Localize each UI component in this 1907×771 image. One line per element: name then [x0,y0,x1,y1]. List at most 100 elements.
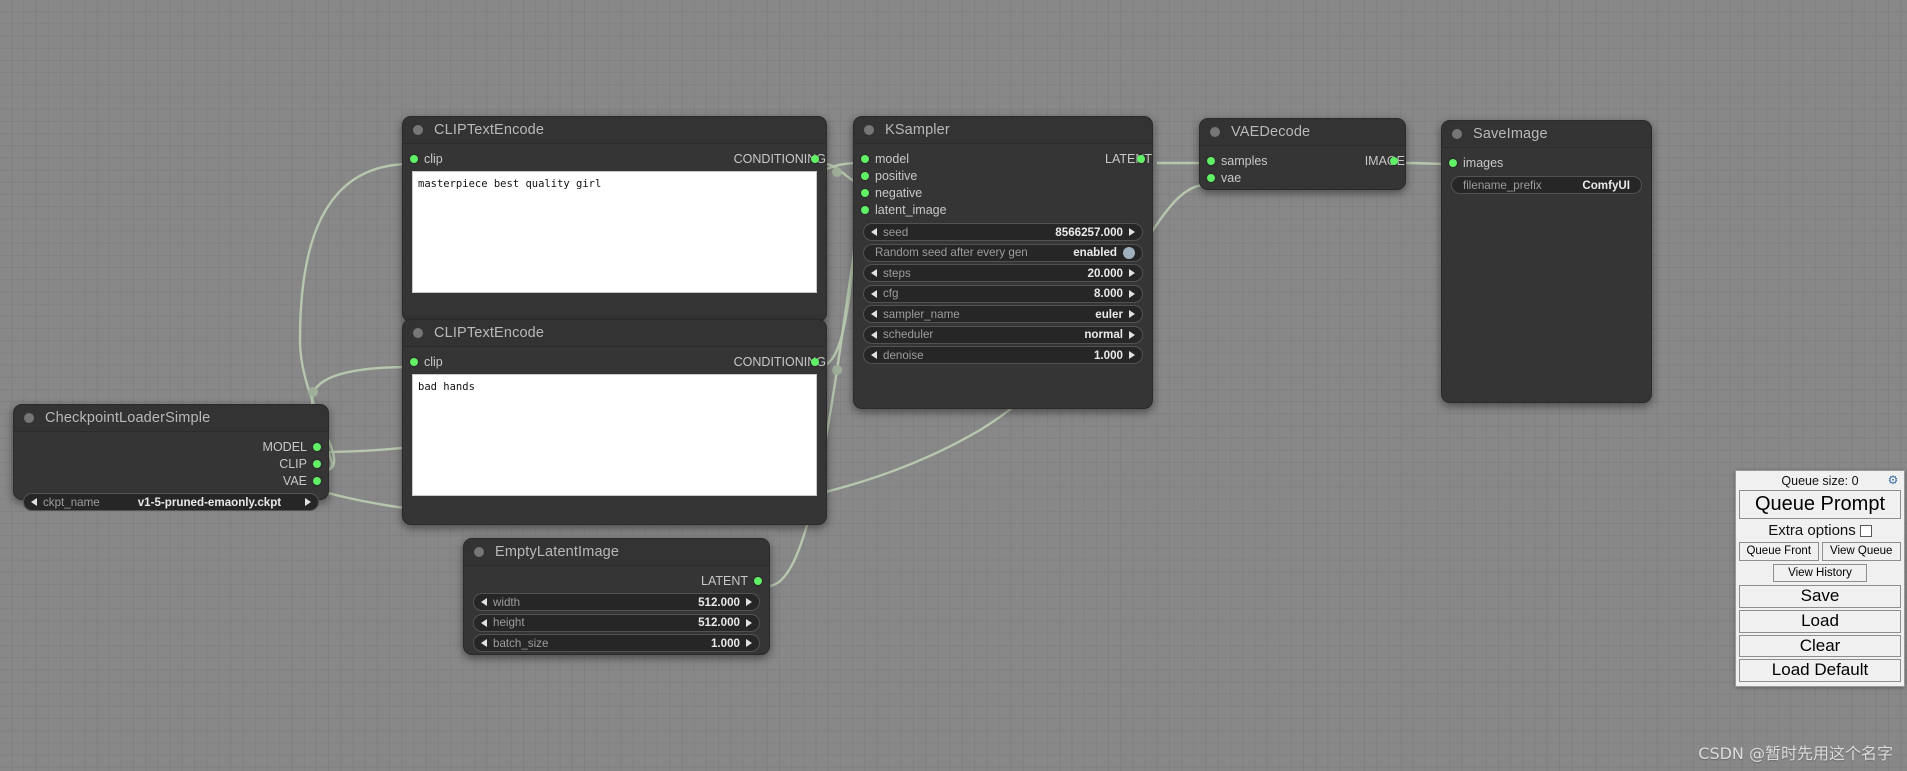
port-icon[interactable] [1449,158,1457,167]
widget-cfg[interactable]: cfg 8.000 [863,284,1143,303]
slot-model-output[interactable]: MODEL [14,438,328,455]
widget-value[interactable]: ComfyUI [1582,179,1630,192]
load-default-button[interactable]: Load Default [1739,659,1901,683]
node-emptylatentimage[interactable]: EmptyLatentImage LATENT width 512.000 he… [463,538,770,655]
collapse-dot-icon[interactable] [413,328,423,338]
collapse-dot-icon[interactable] [413,125,423,135]
port-icon[interactable] [1207,156,1215,165]
widget-denoise[interactable]: denoise 1.000 [863,346,1143,364]
widget-height[interactable]: height 512.000 [473,613,760,632]
widget-width[interactable]: width 512.000 [473,593,760,611]
clear-button[interactable]: Clear [1739,634,1901,658]
node-cliptextencode-negative[interactable]: CLIPTextEncode clip CONDITIONING bad han… [402,319,827,525]
slot-vae-input[interactable]: vae [1200,169,1405,186]
widget-ckpt-name[interactable]: ckpt_name v1-5-pruned-emaonly.ckpt [23,493,319,511]
widget-value[interactable]: normal [1084,328,1123,341]
decrement-arrow-icon[interactable] [871,289,877,298]
widget-value[interactable]: v1-5-pruned-emaonly.ckpt [138,496,281,509]
port-icon[interactable] [410,154,418,163]
toggle-knob-icon[interactable] [1123,246,1135,259]
extra-options-row[interactable]: Extra options [1739,521,1901,542]
port-icon[interactable] [313,476,321,485]
node-title-bar[interactable]: VAEDecode [1200,119,1405,146]
prompt-textarea-positive[interactable]: masterpiece best quality girl [412,171,817,293]
node-title-bar[interactable]: CheckpointLoaderSimple [14,405,328,432]
port-icon[interactable] [811,357,819,366]
slot-clip-input[interactable]: clip CONDITIONING [403,353,826,370]
slot-latent-image-input[interactable]: latent_image [854,201,1152,218]
port-icon[interactable] [861,188,869,197]
save-button[interactable]: Save [1739,585,1901,608]
increment-arrow-icon[interactable] [746,639,752,647]
decrement-arrow-icon[interactable] [481,598,487,606]
widget-batch-size[interactable]: batch_size 1.000 [473,634,760,652]
increment-arrow-icon[interactable] [1129,269,1135,277]
widget-value[interactable]: enabled [1073,246,1117,259]
decrement-arrow-icon[interactable] [871,310,877,318]
queue-prompt-button[interactable]: Queue Prompt [1739,490,1901,519]
port-icon[interactable] [410,357,418,366]
widget-steps[interactable]: steps 20.000 [863,264,1143,282]
queue-front-button[interactable]: Queue Front [1739,542,1819,561]
increment-arrow-icon[interactable] [305,498,311,506]
widget-value[interactable]: 8566257.000 [1055,226,1123,239]
node-checkpointloadersimple[interactable]: CheckpointLoaderSimple MODEL CLIP VAE ck… [13,404,329,511]
widget-sampler-name[interactable]: sampler_name euler [863,305,1143,323]
port-icon[interactable] [861,154,869,163]
node-title-bar[interactable]: CLIPTextEncode [403,117,826,144]
widget-value[interactable]: 1.000 [1094,349,1123,362]
increment-arrow-icon[interactable] [1129,310,1135,318]
collapse-dot-icon[interactable] [24,413,34,423]
port-icon[interactable] [811,154,819,163]
widget-value[interactable]: 512.000 [698,596,740,609]
graph-canvas[interactable]: CLIPTextEncode clip CONDITIONING masterp… [0,0,1907,771]
slot-negative-input[interactable]: negative [854,184,1152,201]
decrement-arrow-icon[interactable] [871,228,877,236]
increment-arrow-icon[interactable] [746,618,752,627]
increment-arrow-icon[interactable] [746,598,752,606]
port-icon[interactable] [861,205,869,214]
load-button[interactable]: Load [1739,609,1901,633]
port-icon[interactable] [1390,156,1398,165]
decrement-arrow-icon[interactable] [31,498,37,506]
widget-value[interactable]: 1.000 [711,637,740,650]
widget-filename-prefix[interactable]: filename_prefix ComfyUI [1451,176,1642,194]
decrement-arrow-icon[interactable] [481,618,487,627]
widget-value[interactable]: 8.000 [1094,287,1123,300]
extra-options-checkbox[interactable] [1859,524,1872,537]
port-icon[interactable] [1137,154,1145,163]
collapse-dot-icon[interactable] [474,547,484,557]
view-history-button[interactable]: View History [1773,563,1867,583]
decrement-arrow-icon[interactable] [871,330,877,339]
node-vaedecode[interactable]: VAEDecode samples IMAGE vae [1199,118,1406,190]
view-queue-button[interactable]: View Queue [1821,542,1901,561]
widget-random-seed-toggle[interactable]: Random seed after every gen enabled [863,243,1143,262]
increment-arrow-icon[interactable] [1129,330,1135,339]
decrement-arrow-icon[interactable] [871,351,877,359]
node-title-bar[interactable]: SaveImage [1442,121,1651,148]
widget-value[interactable]: 20.000 [1088,267,1123,280]
port-icon[interactable] [313,459,321,468]
node-ksampler[interactable]: KSampler model LATENT positive negative … [853,116,1153,409]
node-cliptextencode-positive[interactable]: CLIPTextEncode clip CONDITIONING masterp… [402,116,827,322]
increment-arrow-icon[interactable] [1129,351,1135,359]
slot-clip-input[interactable]: clip CONDITIONING [403,150,826,167]
gear-icon[interactable]: ⚙ [1887,474,1899,486]
slot-samples-input[interactable]: samples IMAGE [1200,152,1405,169]
collapse-dot-icon[interactable] [1210,127,1220,137]
decrement-arrow-icon[interactable] [871,269,877,277]
port-icon[interactable] [754,576,762,585]
widget-value[interactable]: 512.000 [698,616,740,629]
increment-arrow-icon[interactable] [1129,289,1135,298]
slot-latent-output[interactable]: LATENT [464,572,769,589]
slot-positive-input[interactable]: positive [854,167,1152,184]
prompt-textarea-negative[interactable]: bad hands [412,374,817,496]
node-saveimage[interactable]: SaveImage images filename_prefix ComfyUI [1441,120,1652,403]
collapse-dot-icon[interactable] [1452,129,1462,139]
node-title-bar[interactable]: EmptyLatentImage [464,539,769,566]
widget-seed[interactable]: seed 8566257.000 [863,223,1143,241]
slot-vae-output[interactable]: VAE [14,472,328,489]
comfy-menu-panel[interactable]: Queue size: 0 ⚙ Queue Prompt Extra optio… [1735,470,1905,688]
collapse-dot-icon[interactable] [864,125,874,135]
node-title-bar[interactable]: KSampler [854,117,1152,144]
